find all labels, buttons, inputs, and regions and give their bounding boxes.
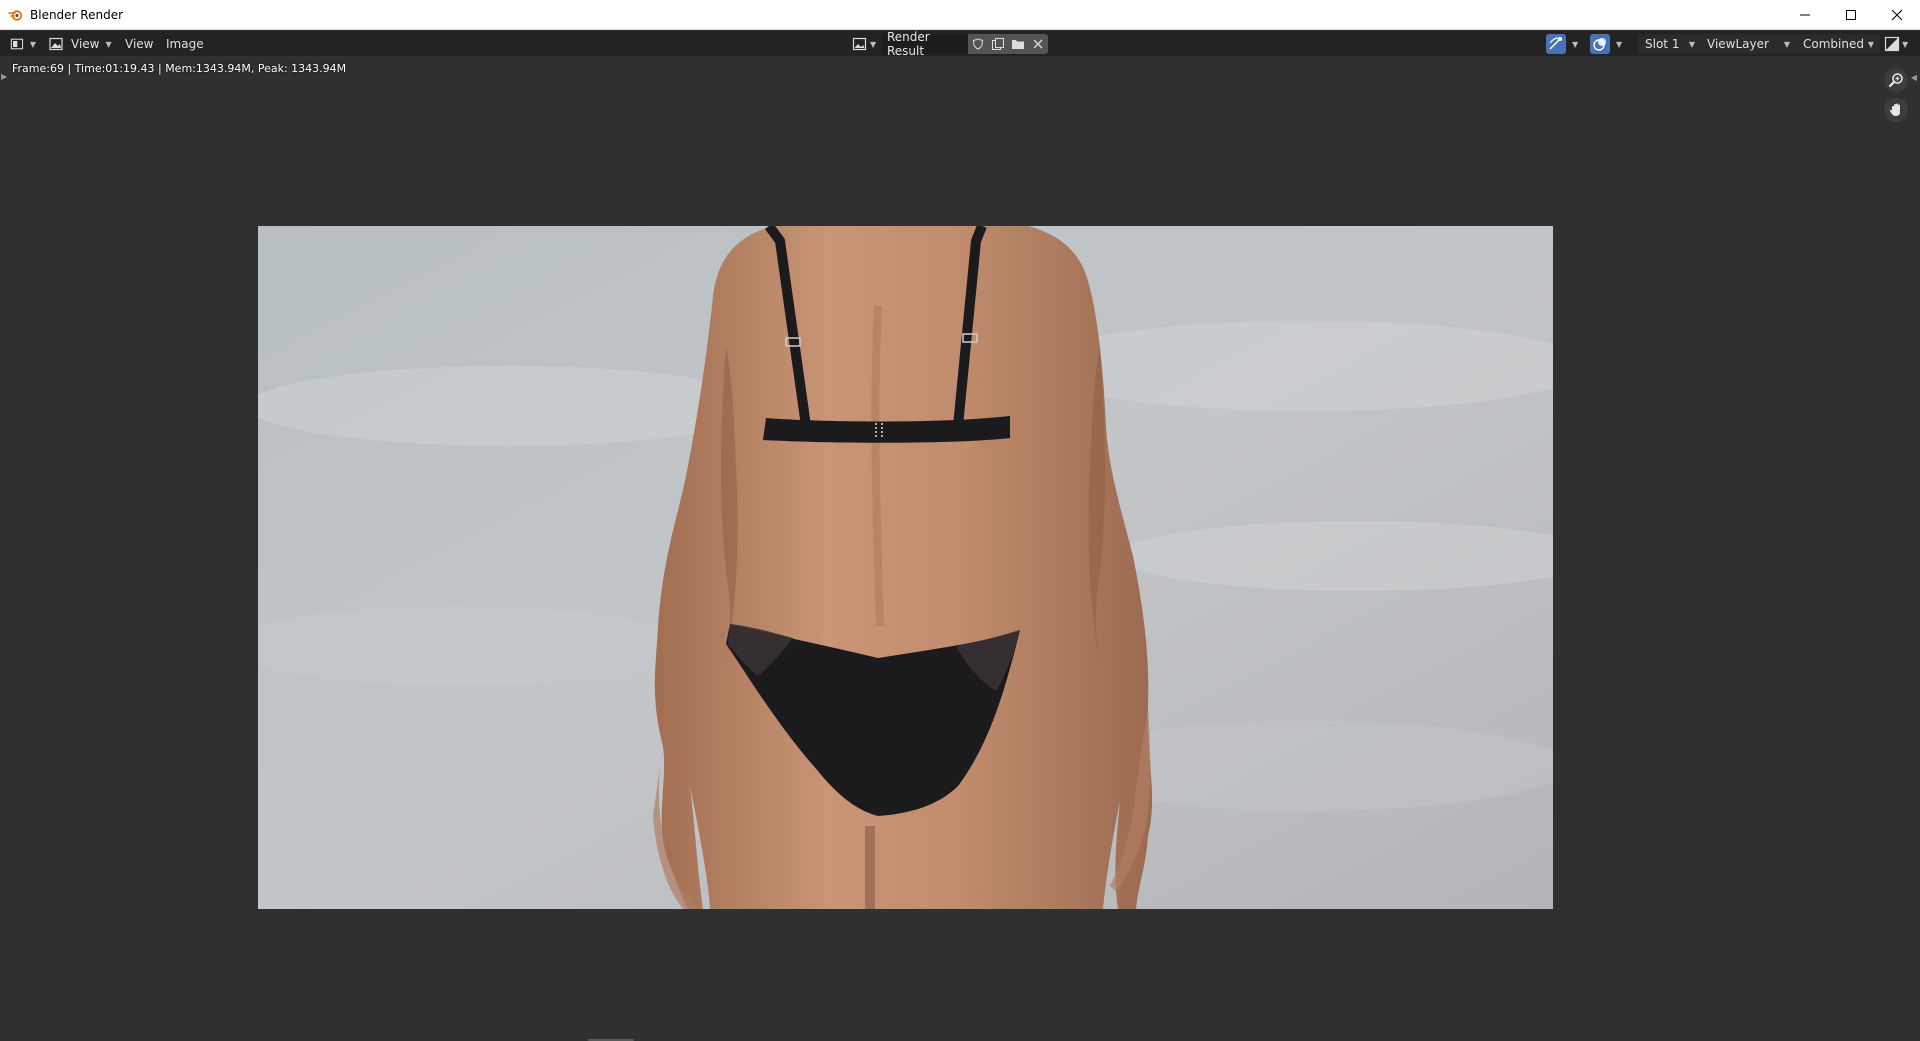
browse-image-button[interactable]: ▼ <box>852 34 876 54</box>
render-pass-dropdown[interactable]: Combined ▼ <box>1796 34 1880 54</box>
view-mode-icon-button[interactable] <box>48 34 64 54</box>
browse-image-icon <box>852 37 867 51</box>
window-title: Blender Render <box>30 7 124 22</box>
image-editor-header: ▼ View ▼ View Image ▼ Render Result ▼ ▼ … <box>0 30 1920 58</box>
chevron-down-icon: ▼ <box>870 39 877 49</box>
chevron-down-icon: ▼ <box>1572 39 1579 49</box>
sidebar-expand-arrow-icon[interactable]: ◀ <box>1911 73 1917 82</box>
menu-view-mode-label: View <box>71 37 100 51</box>
slot-dropdown-label: Slot 1 <box>1645 37 1680 51</box>
image-name-field[interactable]: Render Result <box>881 30 968 58</box>
gizmo-toggle-icon <box>1546 34 1566 54</box>
render-stats-text: Frame:69 | Time:01:19.43 | Mem:1343.94M,… <box>12 62 347 75</box>
render-result-image <box>258 226 1553 909</box>
slot-dropdown[interactable]: Slot 1 ▼ <box>1638 34 1701 54</box>
maximize-icon <box>1846 10 1856 20</box>
editor-type-dropdown[interactable]: ▼ <box>10 34 36 54</box>
open-image-button[interactable] <box>1008 34 1028 54</box>
blender-logo-icon <box>8 7 24 23</box>
menu-image-label: Image <box>166 37 204 51</box>
render-photo <box>258 226 1553 909</box>
image-editor-icon <box>10 38 24 50</box>
menu-view-mode[interactable]: View ▼ <box>71 34 112 54</box>
gizmo-toggle-button[interactable]: ▼ <box>1546 34 1578 54</box>
image-icon <box>49 37 63 51</box>
chevron-down-icon: ▼ <box>1783 39 1790 49</box>
chevron-down-icon: ▼ <box>1902 39 1909 49</box>
minimize-button[interactable] <box>1782 0 1828 30</box>
pan-view-button[interactable] <box>1884 98 1908 122</box>
close-icon <box>1891 9 1903 21</box>
new-image-icon <box>992 38 1004 50</box>
new-image-button[interactable] <box>988 34 1008 54</box>
hand-pan-icon <box>1889 103 1900 116</box>
figure <box>653 226 1153 909</box>
chevron-down-icon: ▼ <box>1688 39 1695 49</box>
maximize-button[interactable] <box>1828 0 1874 30</box>
zoom-view-button[interactable] <box>1884 68 1908 92</box>
chevron-down-icon: ▼ <box>1616 39 1623 49</box>
chevron-down-icon: ▼ <box>29 39 36 49</box>
display-channels-icon <box>1884 36 1900 52</box>
menu-view[interactable]: View <box>125 34 153 54</box>
toolbar-expand-arrow-icon[interactable]: ▶ <box>1 72 7 81</box>
close-button[interactable] <box>1874 0 1920 30</box>
overlay-toggle-icon <box>1590 34 1610 54</box>
unlink-image-button[interactable] <box>1028 34 1048 54</box>
minimize-icon <box>1800 14 1810 16</box>
render-pass-dropdown-label: Combined <box>1803 37 1864 51</box>
view-layer-dropdown-label: ViewLayer <box>1707 37 1769 51</box>
window-controls <box>1782 0 1920 30</box>
view-layer-dropdown[interactable]: ViewLayer ▼ <box>1700 34 1796 54</box>
chevron-down-icon: ▼ <box>1867 39 1874 49</box>
menu-image[interactable]: Image <box>166 34 204 54</box>
display-channels-dropdown[interactable]: ▼ <box>1884 34 1908 54</box>
unlink-x-icon <box>1033 39 1043 49</box>
open-folder-icon <box>1012 40 1024 49</box>
image-viewport[interactable]: Frame:69 | Time:01:19.43 | Mem:1343.94M,… <box>0 56 1920 1041</box>
fake-user-button[interactable] <box>968 34 988 54</box>
fake-user-shield-icon <box>972 38 984 50</box>
overlay-toggle-button[interactable]: ▼ <box>1590 34 1622 54</box>
zoom-icon <box>1888 73 1903 88</box>
window-titlebar: Blender Render <box>0 0 1920 30</box>
chevron-down-icon: ▼ <box>105 39 112 49</box>
menu-view-label: View <box>125 37 154 51</box>
